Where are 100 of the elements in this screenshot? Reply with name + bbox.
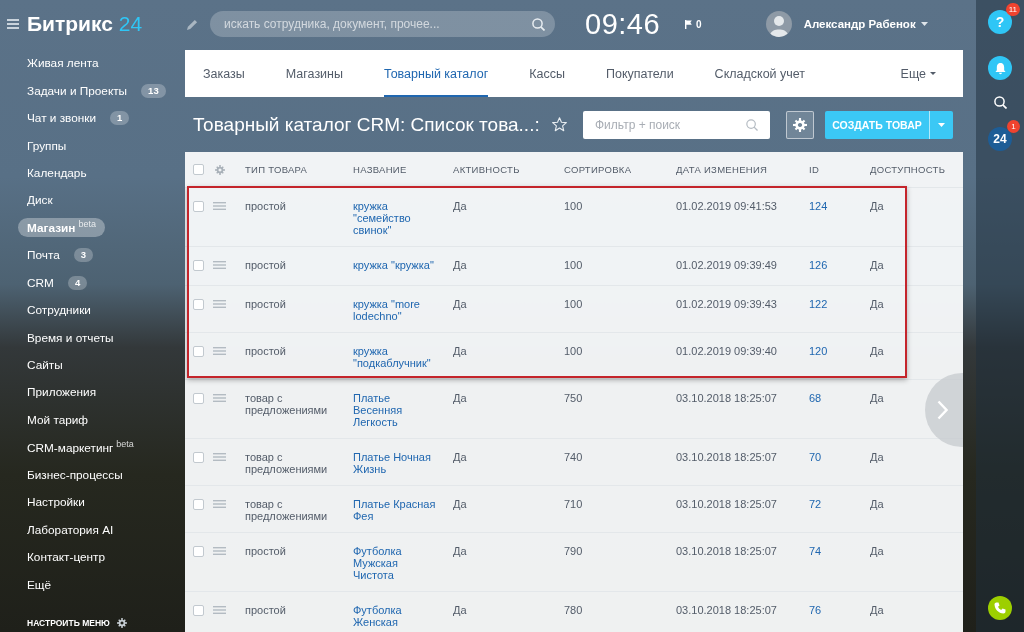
product-name-link[interactable]: Платье Ночная Жизнь (353, 451, 438, 475)
counter-badge: 1 (1007, 120, 1020, 133)
row-checkbox[interactable] (193, 451, 204, 463)
sidebar-item[interactable]: Бизнес-процессы (18, 465, 132, 484)
sidebar-item[interactable]: Сотрудники (18, 301, 100, 320)
tab[interactable]: Покупатели (605, 50, 674, 97)
product-name-link[interactable]: кружка "семейство свинок" (353, 200, 438, 236)
settings-icon[interactable] (116, 618, 127, 628)
sidebar-item[interactable]: Лаборатория AI (18, 520, 123, 539)
sidebar-item[interactable]: CRM (18, 273, 63, 292)
product-name-link[interactable]: Платье Весенняя Легкость (353, 392, 438, 428)
product-name-link[interactable]: кружка "подкаблучник" (353, 345, 438, 369)
drag-handle-icon[interactable] (213, 202, 226, 210)
product-id-link[interactable]: 74 (809, 545, 822, 557)
configure-menu-link[interactable]: НАСТРОИТЬ МЕНЮ (27, 618, 110, 628)
column-header[interactable]: ДОСТУПНОСТЬ (870, 164, 946, 175)
menu-icon[interactable] (7, 19, 19, 29)
sidebar-item[interactable]: Настройки (18, 493, 94, 512)
drag-handle-icon[interactable] (213, 300, 226, 308)
product-name-link[interactable]: Платье Красная Фея (353, 498, 438, 522)
sidebar-item[interactable]: Группы (18, 136, 76, 155)
tab[interactable]: Складской учет (714, 50, 806, 97)
drag-handle-icon[interactable] (213, 453, 226, 461)
product-id-link[interactable]: 126 (809, 259, 828, 271)
cell-text: Да (870, 200, 884, 212)
select-all-checkbox[interactable] (193, 164, 204, 175)
cell-text: Да (870, 298, 884, 310)
product-id-link[interactable]: 124 (809, 200, 828, 212)
avatar-icon[interactable] (765, 11, 792, 37)
cell-text: 01.02.2019 09:39:49 (676, 259, 777, 271)
cell-text: Да (453, 298, 467, 310)
cell-text: простой (245, 545, 286, 557)
sidebar-item[interactable]: CRM-маркетинг $^{beta}$ (18, 437, 143, 457)
drag-handle-icon[interactable] (213, 394, 226, 402)
sidebar-item[interactable]: Почта (18, 246, 69, 265)
tab[interactable]: Заказы (203, 50, 245, 97)
drag-handle-icon[interactable] (213, 606, 226, 614)
column-header[interactable]: ТИП ТОВАРА (245, 164, 308, 175)
cell-text: 790 (564, 545, 583, 557)
product-id-link[interactable]: 76 (809, 604, 822, 616)
sidebar-item[interactable]: Время и отчеты (18, 328, 123, 347)
row-checkbox[interactable] (193, 498, 204, 510)
product-id-link[interactable]: 70 (809, 451, 822, 463)
drag-handle-icon[interactable] (213, 500, 226, 508)
user-name[interactable]: Александр Рабенок (803, 18, 916, 30)
cell-text: 03.10.2018 18:25:07 (676, 498, 777, 510)
sidebar-item[interactable]: Мой тариф (18, 410, 98, 429)
product-name-link[interactable]: Футболка Мужская Чистота (353, 545, 438, 581)
product-name-link[interactable]: кружка "кружка" (353, 259, 434, 271)
row-checkbox[interactable] (193, 259, 204, 271)
sidebar-item[interactable]: Календарь (18, 163, 96, 182)
row-checkbox[interactable] (193, 200, 204, 212)
dropdown-button[interactable] (929, 110, 953, 139)
more-tab[interactable]: Еще (900, 50, 936, 97)
sidebar-item[interactable]: Чат и звонки (18, 109, 106, 128)
app-logo-button[interactable]: 24 (988, 127, 1012, 151)
row-checkbox[interactable] (193, 545, 204, 557)
pencil-icon[interactable] (187, 18, 198, 30)
drag-handle-icon[interactable] (213, 347, 226, 355)
sidebar-item[interactable]: Живая лента (18, 54, 108, 73)
cell-text: Да (453, 392, 467, 404)
product-name-link[interactable]: кружка "more lodechno" (353, 298, 438, 322)
sidebar-item[interactable]: Сайты (18, 356, 72, 375)
search-icon[interactable] (993, 96, 1007, 109)
product-id-link[interactable]: 68 (809, 392, 822, 404)
logo[interactable]: Битрикс 24 (27, 12, 143, 36)
sidebar-item[interactable]: Диск (18, 191, 62, 210)
column-header[interactable]: ДАТА ИЗМЕНЕНИЯ (676, 164, 768, 175)
row-checkbox[interactable] (193, 604, 204, 616)
phone-button[interactable] (988, 596, 1012, 620)
star-icon[interactable] (551, 117, 567, 132)
sidebar-item[interactable]: Ещё (18, 575, 61, 594)
product-id-link[interactable]: 120 (809, 345, 828, 357)
flag-icon[interactable] (685, 19, 693, 29)
row-checkbox[interactable] (193, 345, 204, 357)
column-header[interactable]: АКТИВНОСТЬ (453, 164, 520, 175)
product-id-link[interactable]: 72 (809, 498, 822, 510)
column-header[interactable]: СОРТИРОВКА (564, 164, 632, 175)
row-checkbox[interactable] (193, 392, 204, 404)
tab[interactable]: Товарный каталог (384, 50, 489, 97)
filter-search-field[interactable]: Фильтр + поиск (583, 110, 770, 139)
drag-handle-icon[interactable] (213, 261, 226, 269)
notifications-button[interactable] (988, 56, 1012, 80)
product-id-link[interactable]: 122 (809, 298, 828, 310)
product-name-link[interactable]: Футболка Женская (353, 604, 438, 628)
tab[interactable]: Магазины (285, 50, 343, 97)
cell-text: 01.02.2019 09:39:43 (676, 298, 777, 310)
sidebar-item[interactable]: Задачи и Проекты (18, 81, 137, 100)
cell-text: Да (870, 604, 884, 616)
tab[interactable]: Кассы (529, 50, 565, 97)
row-checkbox[interactable] (193, 298, 204, 310)
column-header[interactable]: ID (809, 164, 820, 175)
sidebar-item[interactable]: Контакт-центр (18, 548, 115, 567)
caret-icon[interactable] (920, 22, 928, 26)
sidebar-item[interactable]: Приложения (18, 383, 106, 402)
drag-handle-icon[interactable] (213, 547, 226, 555)
cell-text: 03.10.2018 18:25:07 (676, 451, 777, 463)
settings-button[interactable] (786, 110, 814, 139)
column-header[interactable]: НАЗВАНИЕ (353, 164, 407, 175)
cell-text: Да (870, 259, 884, 271)
